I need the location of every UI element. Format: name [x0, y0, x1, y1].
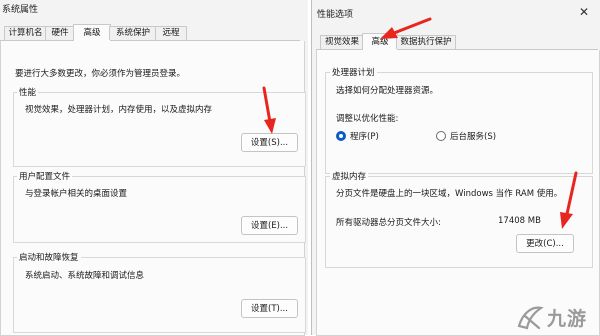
tab-visual-effects[interactable]: 视觉效果	[320, 35, 364, 49]
system-properties-window: 系统属性 计算机名 硬件 高级 系统保护 远程 要进行大多数更改，你必须作为管理…	[0, 0, 308, 336]
processor-title: 处理器计划	[330, 66, 377, 78]
admin-note: 要进行大多数更改，你必须作为管理员登录。	[15, 69, 186, 79]
tab-hardware[interactable]: 硬件	[45, 26, 75, 40]
red-arrow-icon	[560, 171, 578, 229]
tab-system-protection[interactable]: 系统保护	[109, 26, 157, 40]
virtual-memory-title: 虚拟内存	[330, 170, 369, 182]
change-virtual-memory-button[interactable]: 更改(C)...	[516, 234, 574, 253]
red-arrow-icon	[262, 86, 276, 134]
startup-recovery-desc: 系统启动、系统故障和调试信息	[25, 271, 145, 281]
user-profile-title: 用户配置文件	[17, 170, 73, 182]
red-arrow-icon	[380, 17, 432, 39]
startup-recovery-settings-button[interactable]: 设置(T)...	[241, 299, 298, 318]
processor-desc: 选择如何分配处理器资源。	[336, 86, 439, 96]
close-icon[interactable]: ✕	[579, 6, 589, 18]
watermark: 九游	[515, 301, 597, 333]
total-paging-value: 17408 MB	[498, 216, 541, 226]
watermark-logo-icon	[517, 306, 544, 330]
radio-background-services-label: 后台服务(S)	[450, 132, 497, 142]
performance-options-window: 性能选项 ✕ 视觉效果 高级 数据执行保护 处理器计划 选择如何分配处理器资源。…	[311, 0, 600, 336]
performance-desc: 视觉效果，处理器计划，内存使用，以及虚拟内存	[25, 105, 213, 115]
startup-recovery-title: 启动和故障恢复	[17, 251, 81, 263]
user-profile-desc: 与登录帐户相关的桌面设置	[25, 189, 128, 199]
window-title: 性能选项	[317, 10, 354, 20]
total-paging-label: 所有驱动器总分页文件大小:	[336, 218, 441, 228]
radio-background-services[interactable]	[436, 131, 446, 141]
user-profile-settings-button[interactable]: 设置(E)...	[241, 216, 298, 235]
tab-remote[interactable]: 远程	[155, 26, 187, 40]
virtual-memory-desc: 分页文件是硬盘上的一块区域，Windows 当作 RAM 使用。	[336, 189, 563, 199]
radio-programs[interactable]	[336, 131, 346, 141]
radio-programs-label: 程序(P)	[350, 132, 379, 142]
tab-bar: 计算机名 硬件 高级 系统保护 远程	[0, 24, 300, 41]
adjust-label: 调整以优化性能:	[336, 114, 399, 124]
watermark-text: 九游	[547, 308, 588, 330]
tab-computer-name[interactable]: 计算机名	[4, 26, 47, 40]
performance-title: 性能	[17, 86, 39, 98]
tab-advanced[interactable]: 高级	[73, 24, 111, 41]
tab-bar: 视觉效果 高级 数据执行保护	[316, 33, 598, 50]
window-title: 系统属性	[2, 5, 39, 15]
